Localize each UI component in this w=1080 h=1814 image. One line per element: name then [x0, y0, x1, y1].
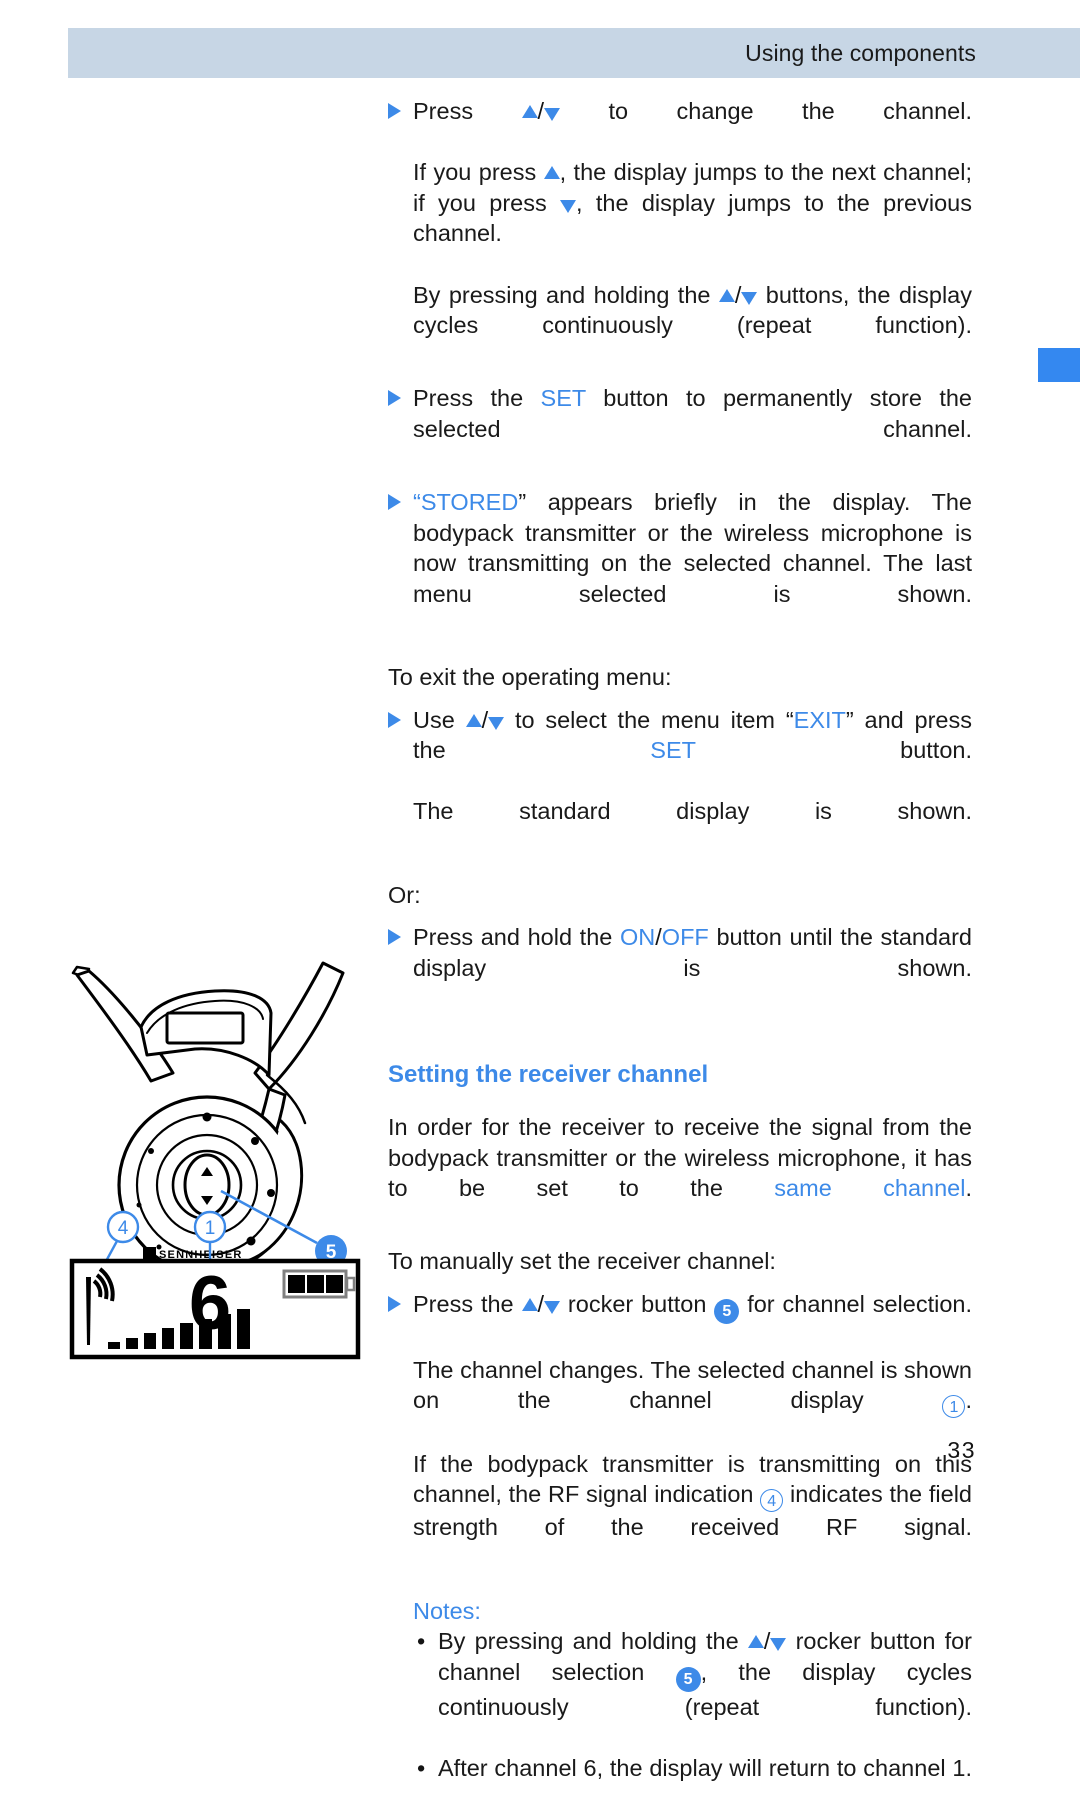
quote-open: “ — [413, 489, 421, 516]
callout-badge-4-label: 4 — [118, 1218, 129, 1239]
quote-open: “ — [785, 706, 794, 733]
text: Press the — [413, 1291, 522, 1317]
text: . — [965, 1387, 972, 1414]
main-text-column: Press / to change the channel. If you pr… — [388, 96, 972, 1814]
page-header-title: Using the components — [745, 40, 976, 66]
triangle-bullet-icon — [388, 711, 401, 728]
chapter-thumb-tab — [1038, 348, 1080, 382]
arrow-up-icon — [465, 713, 482, 727]
instruction-change-channel: Press / to change the channel. — [388, 96, 972, 157]
callout-badge-5: 5 — [714, 1299, 740, 1324]
instruction-repeat-function: By pressing and holding the / buttons, t… — [413, 281, 972, 339]
display-message-stored: STORED — [420, 489, 519, 516]
arrow-up-icon — [521, 105, 538, 118]
bullet-dot-icon: • — [417, 1628, 426, 1655]
text: Press the — [413, 385, 541, 412]
instruction-change-channel-detail: If you press , the display jumps to the … — [388, 157, 972, 279]
receiver-illustration: SENNHEISER 5 4 1 6 — [55, 955, 375, 1375]
text: Press — [413, 98, 522, 124]
instruction-stored-message: “STORED” appears briefly in the display.… — [388, 487, 972, 640]
text: After channel 6, the display will return… — [438, 1754, 972, 1781]
menu-item-exit: EXIT — [793, 706, 846, 733]
quote-close: ” — [845, 706, 854, 733]
quote-close: ” — [518, 489, 527, 516]
arrow-up-icon — [521, 1298, 538, 1311]
key-label-off: OFF — [661, 924, 709, 951]
receiver-channel-intro: In order for the receiver to receive the… — [388, 1112, 972, 1234]
text: . — [965, 1175, 972, 1202]
text: By pressing and holding the — [413, 281, 719, 308]
text: to select the menu item — [504, 706, 786, 733]
instruction-press-set: Press the SET button to permanently stor… — [388, 383, 972, 475]
rf-signal-note: If the bodypack transmitter is transmitt… — [388, 1449, 972, 1574]
arrow-up-icon — [747, 1635, 764, 1649]
triangle-bullet-icon — [388, 390, 401, 407]
notes-label: Notes: — [413, 1597, 481, 1624]
text: Press and hold the — [413, 924, 621, 951]
triangle-bullet-icon — [388, 494, 401, 511]
instruction-hold-onoff: Press and hold the ON/OFF button until t… — [388, 922, 972, 1014]
text: rocker button — [560, 1291, 715, 1317]
lcd-battery-icon — [282, 1269, 356, 1299]
triangle-bullet-icon — [388, 103, 401, 119]
text: Use — [413, 706, 466, 733]
bullet-dot-icon: • — [417, 1754, 426, 1781]
manual-set-intro: To manually set the receiver channel: — [388, 1248, 776, 1275]
text: to change the channel. — [560, 98, 972, 124]
standard-display-note: The standard display is shown. — [413, 798, 972, 825]
callout-badge-5: 5 — [675, 1666, 701, 1692]
triangle-bullet-icon — [388, 1296, 401, 1312]
lcd-display-figure: 4 1 6 — [69, 1210, 361, 1360]
key-label-on: ON — [620, 924, 656, 951]
arrow-down-icon — [770, 1638, 787, 1652]
callout-badge-1: 1 — [942, 1395, 966, 1419]
callout-badge-1-label: 1 — [205, 1218, 216, 1239]
text: The channel changes. The selected channe… — [413, 1356, 972, 1414]
section-heading: Setting the receiver channel — [388, 1061, 709, 1089]
key-label-set: SET — [540, 385, 586, 412]
arrow-up-icon — [718, 288, 735, 302]
text: By pressing and holding the — [438, 1628, 748, 1655]
instruction-select-exit: Use / to select the menu item “EXIT” and… — [388, 705, 972, 797]
text: button. — [695, 737, 972, 764]
alternative-label: Or: — [388, 881, 421, 908]
arrow-down-icon — [741, 291, 758, 305]
arrow-down-icon — [560, 199, 577, 213]
arrow-down-icon — [544, 1301, 561, 1314]
text: for channel selection. — [739, 1291, 973, 1317]
key-label-set: SET — [650, 737, 696, 764]
link-same-channel: same channel — [774, 1175, 966, 1202]
arrow-down-icon — [544, 108, 561, 121]
note-item: • By pressing and holding the / rocker bu… — [417, 1628, 973, 1720]
arrow-down-icon — [488, 716, 505, 730]
note-item: • After channel 6, the display will retur… — [388, 1753, 972, 1814]
arrow-up-icon — [543, 166, 560, 180]
page-number: 33 — [947, 1437, 976, 1463]
callout-badge-4: 4 — [760, 1489, 784, 1513]
text: If you press — [413, 159, 544, 186]
exit-menu-intro: To exit the operating menu: — [388, 664, 672, 691]
triangle-bullet-icon — [388, 929, 401, 946]
instruction-press-rocker: Press the / rocker button 5 for channel … — [388, 1289, 972, 1355]
channel-display-note: The channel changes. The selected channe… — [388, 1355, 972, 1449]
